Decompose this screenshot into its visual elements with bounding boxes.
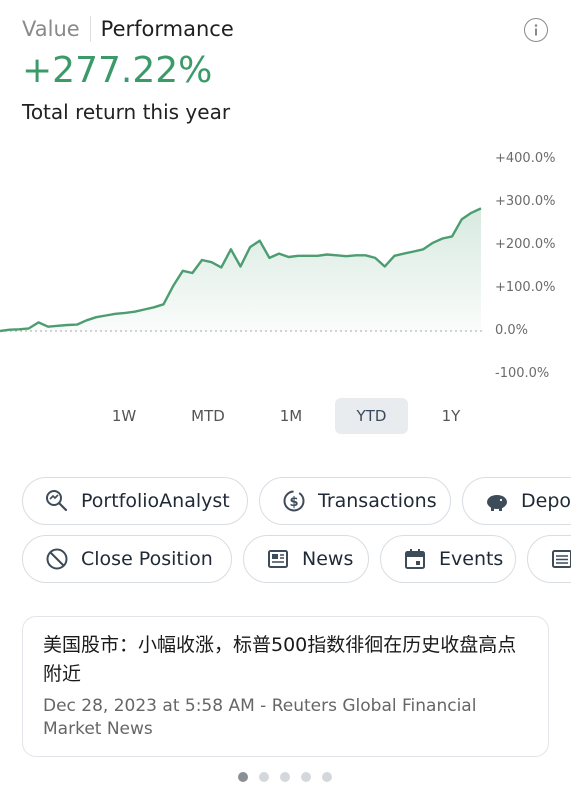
portfolio-analyst-button[interactable]: PortfolioAnalyst bbox=[22, 477, 248, 525]
prohibited-icon bbox=[43, 545, 71, 573]
y-tick-label: 0.0% bbox=[495, 323, 529, 338]
events-label: Events bbox=[439, 548, 504, 570]
news-headline: 美国股市：小幅收涨，标普500指数徘徊在历史收盘高点附近 bbox=[43, 634, 517, 685]
svg-text:$: $ bbox=[289, 495, 298, 510]
analyst-magnifier-icon bbox=[43, 487, 71, 515]
statement-icon bbox=[548, 545, 571, 573]
total-return-caption: Total return this year bbox=[22, 100, 231, 124]
y-tick-label: +300.0% bbox=[495, 194, 556, 209]
total-return-value: +277.22% bbox=[22, 50, 213, 91]
deposits-button[interactable]: Depo bbox=[462, 477, 571, 525]
view-tabs: Value Performance bbox=[22, 16, 234, 42]
newspaper-icon bbox=[264, 545, 292, 573]
range-1y[interactable]: 1Y bbox=[422, 398, 480, 434]
tab-performance[interactable]: Performance bbox=[91, 16, 234, 42]
carousel-pager bbox=[238, 772, 343, 782]
news-meta: Dec 28, 2023 at 5:58 AM - Reuters Global… bbox=[43, 696, 477, 739]
piggy-bank-icon bbox=[483, 487, 511, 515]
pager-dot[interactable] bbox=[301, 772, 311, 782]
performance-chart[interactable]: +400.0% +300.0% +200.0% +100.0% 0.0% -100.0% bbox=[0, 145, 571, 390]
return-area bbox=[0, 208, 481, 331]
portfolio-analyst-label: PortfolioAnalyst bbox=[81, 490, 230, 512]
news-button[interactable]: News bbox=[243, 535, 369, 583]
close-position-button[interactable]: Close Position bbox=[22, 535, 232, 583]
pager-dot[interactable] bbox=[238, 772, 248, 782]
y-tick-label: +200.0% bbox=[495, 237, 556, 252]
pager-dot[interactable] bbox=[322, 772, 332, 782]
range-mtd[interactable]: MTD bbox=[176, 398, 240, 434]
close-position-label: Close Position bbox=[81, 548, 213, 570]
info-icon[interactable] bbox=[524, 18, 548, 42]
statements-button[interactable] bbox=[527, 535, 571, 583]
news-label: News bbox=[302, 548, 354, 570]
range-selector: 1W MTD 1M YTD 1Y bbox=[0, 398, 571, 434]
transactions-button[interactable]: $ Transactions bbox=[259, 477, 451, 525]
range-1w[interactable]: 1W bbox=[95, 398, 153, 434]
tab-value[interactable]: Value bbox=[22, 16, 91, 42]
y-tick-label: +400.0% bbox=[495, 151, 556, 166]
deposits-label: Depo bbox=[521, 490, 571, 512]
transactions-label: Transactions bbox=[318, 490, 437, 512]
chart-canvas bbox=[0, 207, 484, 333]
range-ytd[interactable]: YTD bbox=[335, 398, 408, 434]
y-tick-label: -100.0% bbox=[495, 366, 550, 381]
pager-dot[interactable] bbox=[259, 772, 269, 782]
performance-screen: Value Performance +277.22% Total return … bbox=[0, 0, 571, 808]
y-tick-label: +100.0% bbox=[495, 280, 556, 295]
pager-dot[interactable] bbox=[280, 772, 290, 782]
news-card[interactable]: 美国股市：小幅收涨，标普500指数徘徊在历史收盘高点附近 Dec 28, 202… bbox=[22, 616, 549, 757]
range-1m[interactable]: 1M bbox=[262, 398, 320, 434]
calendar-icon bbox=[401, 545, 429, 573]
events-button[interactable]: Events bbox=[380, 535, 516, 583]
dollar-history-icon: $ bbox=[280, 487, 308, 515]
